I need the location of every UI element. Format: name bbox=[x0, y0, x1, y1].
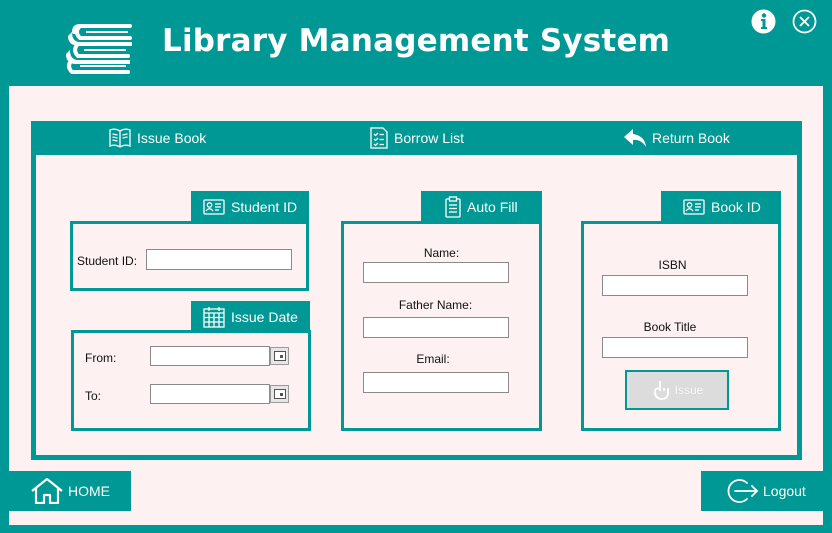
name-input[interactable] bbox=[363, 262, 509, 283]
logout-button-label: Logout bbox=[763, 483, 806, 499]
from-date-input[interactable] bbox=[150, 346, 270, 366]
issue-date-group-header: Issue Date bbox=[191, 301, 310, 333]
father-name-label: Father Name: bbox=[398, 298, 473, 312]
father-name-input[interactable] bbox=[363, 317, 509, 338]
book-id-group-header: Book ID bbox=[661, 191, 781, 223]
to-label: To: bbox=[85, 389, 102, 403]
home-button-label: HOME bbox=[68, 483, 110, 499]
issue-button[interactable]: Issue bbox=[625, 370, 729, 410]
to-date-picker-button[interactable] bbox=[270, 385, 289, 403]
book-id-group-title: Book ID bbox=[711, 199, 761, 215]
from-date-picker-button[interactable] bbox=[270, 347, 289, 365]
app-window: Library Management System Issue Book Bor… bbox=[0, 0, 832, 533]
app-title: Library Management System bbox=[162, 23, 671, 59]
isbn-input[interactable] bbox=[602, 275, 748, 296]
calendar-icon bbox=[273, 351, 286, 361]
header-bar: Library Management System bbox=[0, 0, 832, 86]
id-card-icon bbox=[683, 199, 705, 215]
email-label: Email: bbox=[416, 352, 450, 366]
to-date-input[interactable] bbox=[150, 384, 270, 404]
close-icon bbox=[792, 9, 817, 34]
book-title-label: Book Title bbox=[643, 320, 697, 334]
tab-return-book-label: Return Book bbox=[652, 130, 730, 146]
close-button[interactable] bbox=[792, 9, 817, 34]
info-button[interactable] bbox=[751, 9, 776, 34]
clipboard-icon bbox=[445, 196, 461, 218]
auto-fill-group: Name: Father Name: Email: bbox=[341, 221, 542, 431]
logout-button[interactable]: Logout bbox=[701, 471, 823, 511]
auto-fill-group-title: Auto Fill bbox=[467, 199, 518, 215]
issue-button-label: Issue bbox=[674, 383, 704, 397]
home-icon bbox=[31, 478, 63, 504]
tab-issue-book[interactable]: Issue Book bbox=[108, 121, 206, 155]
hand-pointer-icon bbox=[653, 381, 669, 400]
reply-arrow-icon bbox=[624, 129, 646, 147]
name-label: Name: bbox=[423, 246, 460, 260]
issue-date-group-title: Issue Date bbox=[231, 309, 298, 325]
calendar-icon bbox=[203, 307, 225, 328]
checklist-icon bbox=[370, 127, 388, 149]
logout-icon bbox=[727, 479, 759, 503]
from-label: From: bbox=[85, 351, 117, 365]
calendar-icon bbox=[273, 389, 286, 399]
info-icon bbox=[751, 9, 776, 34]
tab-bar: Issue Book Borrow List Return Book bbox=[31, 121, 802, 155]
id-card-icon bbox=[203, 199, 225, 215]
student-id-label: Student ID: bbox=[77, 254, 138, 268]
books-stack-icon bbox=[66, 24, 132, 74]
tab-borrow-list-label: Borrow List bbox=[394, 130, 465, 146]
isbn-label: ISBN bbox=[658, 258, 687, 272]
tab-return-book[interactable]: Return Book bbox=[623, 121, 730, 155]
student-id-input[interactable] bbox=[146, 249, 292, 270]
open-book-icon bbox=[109, 128, 131, 148]
student-id-group: Student ID: bbox=[70, 221, 309, 291]
student-id-group-title: Student ID bbox=[231, 199, 298, 215]
email-input[interactable] bbox=[363, 372, 509, 393]
home-button[interactable]: HOME bbox=[0, 471, 131, 511]
issue-date-group: From: To: bbox=[71, 330, 311, 431]
auto-fill-group-header: Auto Fill bbox=[421, 191, 542, 223]
book-title-input[interactable] bbox=[602, 337, 748, 358]
student-id-group-header: Student ID bbox=[191, 191, 309, 223]
tab-borrow-list[interactable]: Borrow List bbox=[369, 121, 464, 155]
tab-issue-book-label: Issue Book bbox=[137, 130, 207, 146]
